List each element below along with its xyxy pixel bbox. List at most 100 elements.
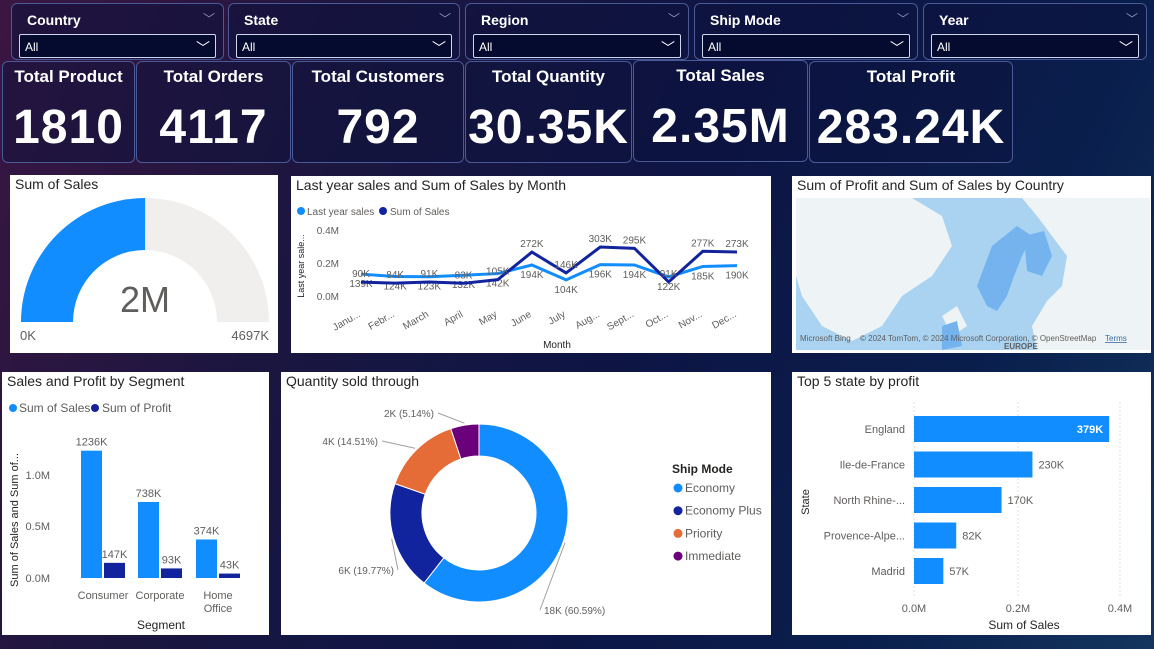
states-bars-layer: England 379K Ile-de-France 230K North Rhine-… — [824, 402, 1121, 598]
ship-mode-dropdown[interactable]: All ﹀ — [702, 34, 910, 58]
state-data-label: 379K — [1077, 424, 1103, 436]
line-y-tick: 0.2M — [317, 259, 339, 270]
year-dropdown[interactable]: All ﹀ — [931, 34, 1139, 58]
line-data-label: 190K — [725, 271, 749, 282]
map-attribution: © 2024 TomTom, © 2024 Microsoft Corporat… — [860, 334, 1097, 343]
segment-bars-layer: 1236K 147K Consumer 738K 93K Corporate 374K 43K… — [76, 437, 240, 615]
state-dropdown-value: All — [242, 40, 256, 54]
donut-data-label: 2K (5.14%) — [384, 409, 434, 420]
map-panel[interactable]: Sum of Profit and Sum of Sales by Countr… — [792, 176, 1151, 353]
kpi-value: 792 — [336, 101, 420, 154]
kpi-label: Total Product — [14, 67, 123, 86]
chevron-down-icon: ﹀ — [890, 40, 904, 56]
line-data-label: 146K — [554, 260, 578, 271]
legend-label-profit: Sum of Profit — [102, 401, 172, 415]
map-region-label: EUROPE — [1004, 342, 1038, 351]
region-dropdown[interactable]: All ﹀ — [473, 34, 681, 58]
kpi-value: 4117 — [159, 101, 268, 154]
line-data-label: 196K — [589, 270, 613, 281]
chevron-down-icon: ﹀ — [432, 40, 446, 56]
line-x-tick: Dec... — [710, 309, 738, 332]
kpi-label: Total Profit — [866, 67, 956, 86]
segment-legend: Sum of Sales Sum of Profit — [9, 401, 172, 415]
kpi-value: 283.24K — [816, 101, 1006, 154]
legend-dot — [673, 528, 683, 538]
gauge-panel[interactable]: Sum of Sales 2M 0K 4697K — [10, 175, 278, 353]
donut-legend-label: Economy Plus — [685, 504, 762, 518]
line-x-tick: April — [442, 309, 465, 329]
line-data-label: 90K — [352, 269, 370, 280]
segment-x-axis-title: Segment — [137, 618, 186, 632]
legend-dot — [673, 483, 683, 493]
segment-x-tick: Office — [204, 603, 233, 615]
line-chart-title: Last year sales and Sum of Sales by Mont… — [296, 177, 567, 193]
states-x-axis-title: Sum of Sales — [988, 618, 1059, 632]
line-x-tick: July — [547, 309, 568, 327]
donut-leader-line — [437, 412, 465, 424]
line-data-label: 303K — [589, 234, 613, 245]
line-data-label: 105K — [486, 267, 510, 278]
sales-bar — [138, 501, 159, 578]
donut-chart-panel[interactable]: Quantity sold through 18K (60.59%) 6K (19… — [281, 372, 771, 635]
states-chart-panel[interactable]: Top 5 state by profit State England 379K I… — [792, 372, 1151, 635]
states-y-tick: England — [865, 424, 905, 436]
slicer-ship-mode-title: Ship Mode — [710, 12, 781, 28]
segment-chart-panel[interactable]: Sales and Profit by Segment Sum of Sales… — [2, 372, 269, 635]
slicer-region-title: Region — [481, 12, 529, 28]
donut-legend-title: Ship Mode — [672, 462, 733, 476]
legend-dot-sales — [379, 207, 387, 215]
segment-chart-title: Sales and Profit by Segment — [7, 373, 185, 389]
donut-data-label: 4K (14.51%) — [322, 437, 378, 448]
segment-data-label: 738K — [136, 488, 162, 500]
state-data-label: 57K — [949, 566, 969, 578]
map-visual[interactable]: Microsoft Bing © 2024 TomTom, © 2024 Mic… — [792, 176, 1151, 353]
chevron-down-icon: ﹀ — [667, 12, 680, 26]
line-chart: Last year sales Sum of Sales Last year s… — [296, 207, 749, 351]
kpi-label: Total Sales — [676, 66, 765, 85]
segment-y-tick: 0.5M — [26, 521, 50, 533]
year-dropdown-value: All — [937, 40, 951, 54]
state-bar — [914, 487, 1002, 513]
donut-chart-title: Quantity sold through — [286, 373, 420, 389]
states-x-tick: 0.0M — [902, 603, 926, 615]
slicer-state: State ﹀ All ﹀ — [228, 3, 460, 60]
line-chart-panel[interactable]: Last year sales and Sum of Sales by Mont… — [291, 176, 771, 353]
legend-dot — [673, 551, 683, 561]
slicer-state-title: State — [244, 12, 279, 28]
line-x-tick: Sept... — [605, 309, 636, 333]
line-x-tick: May — [477, 309, 499, 328]
gauge-value-label: 2M — [120, 279, 170, 320]
line-data-label: 277K — [691, 238, 715, 249]
line-x-tick: Febr... — [367, 309, 397, 333]
donut-leader-line — [381, 440, 416, 449]
line-data-label: 194K — [623, 270, 647, 281]
slicer-region: Region ﹀ All ﹀ — [465, 3, 689, 60]
kpi-value: 1810 — [13, 101, 124, 154]
chevron-down-icon: ﹀ — [438, 12, 451, 26]
state-bar — [914, 451, 1033, 478]
legend-dot-profit — [91, 404, 99, 412]
segment-data-label: 147K — [102, 549, 128, 561]
segment-y-tick: 0.0M — [26, 573, 50, 585]
line-y-tick: 0.4M — [317, 226, 339, 237]
legend-dot-sales — [9, 404, 17, 412]
states-y-tick: Provence-Alpe... — [824, 531, 905, 543]
map-title: Sum of Profit and Sum of Sales by Countr… — [797, 177, 1064, 193]
line-x-axis-title: Month — [543, 340, 571, 351]
chevron-down-icon: ﹀ — [896, 12, 909, 26]
country-dropdown[interactable]: All ﹀ — [19, 34, 216, 58]
states-bar-chart: State England 379K Ile-de-France 230K North … — [800, 402, 1132, 632]
line-x-tick: Janu... — [331, 309, 363, 334]
line-y-tick: 0.0M — [317, 292, 339, 303]
chevron-down-icon: ﹀ — [1125, 12, 1138, 26]
donut-data-label: 6K (19.77%) — [338, 566, 394, 577]
state-dropdown[interactable]: All ﹀ — [236, 34, 452, 58]
kpi-value: 30.35K — [468, 101, 629, 154]
state-data-label: 230K — [1038, 460, 1064, 472]
gauge-max-label: 4697K — [231, 328, 269, 343]
map-bing-logo: Microsoft Bing — [800, 334, 851, 343]
donut-slices-layer: 18K (60.59%) 6K (19.77%) 4K (14.51%) 2K (5.… — [322, 409, 605, 617]
slicer-ship-mode: Ship Mode ﹀ All ﹀ — [694, 3, 918, 60]
donut-data-label: 18K (60.59%) — [544, 606, 605, 617]
segment-data-label: 374K — [194, 525, 220, 537]
